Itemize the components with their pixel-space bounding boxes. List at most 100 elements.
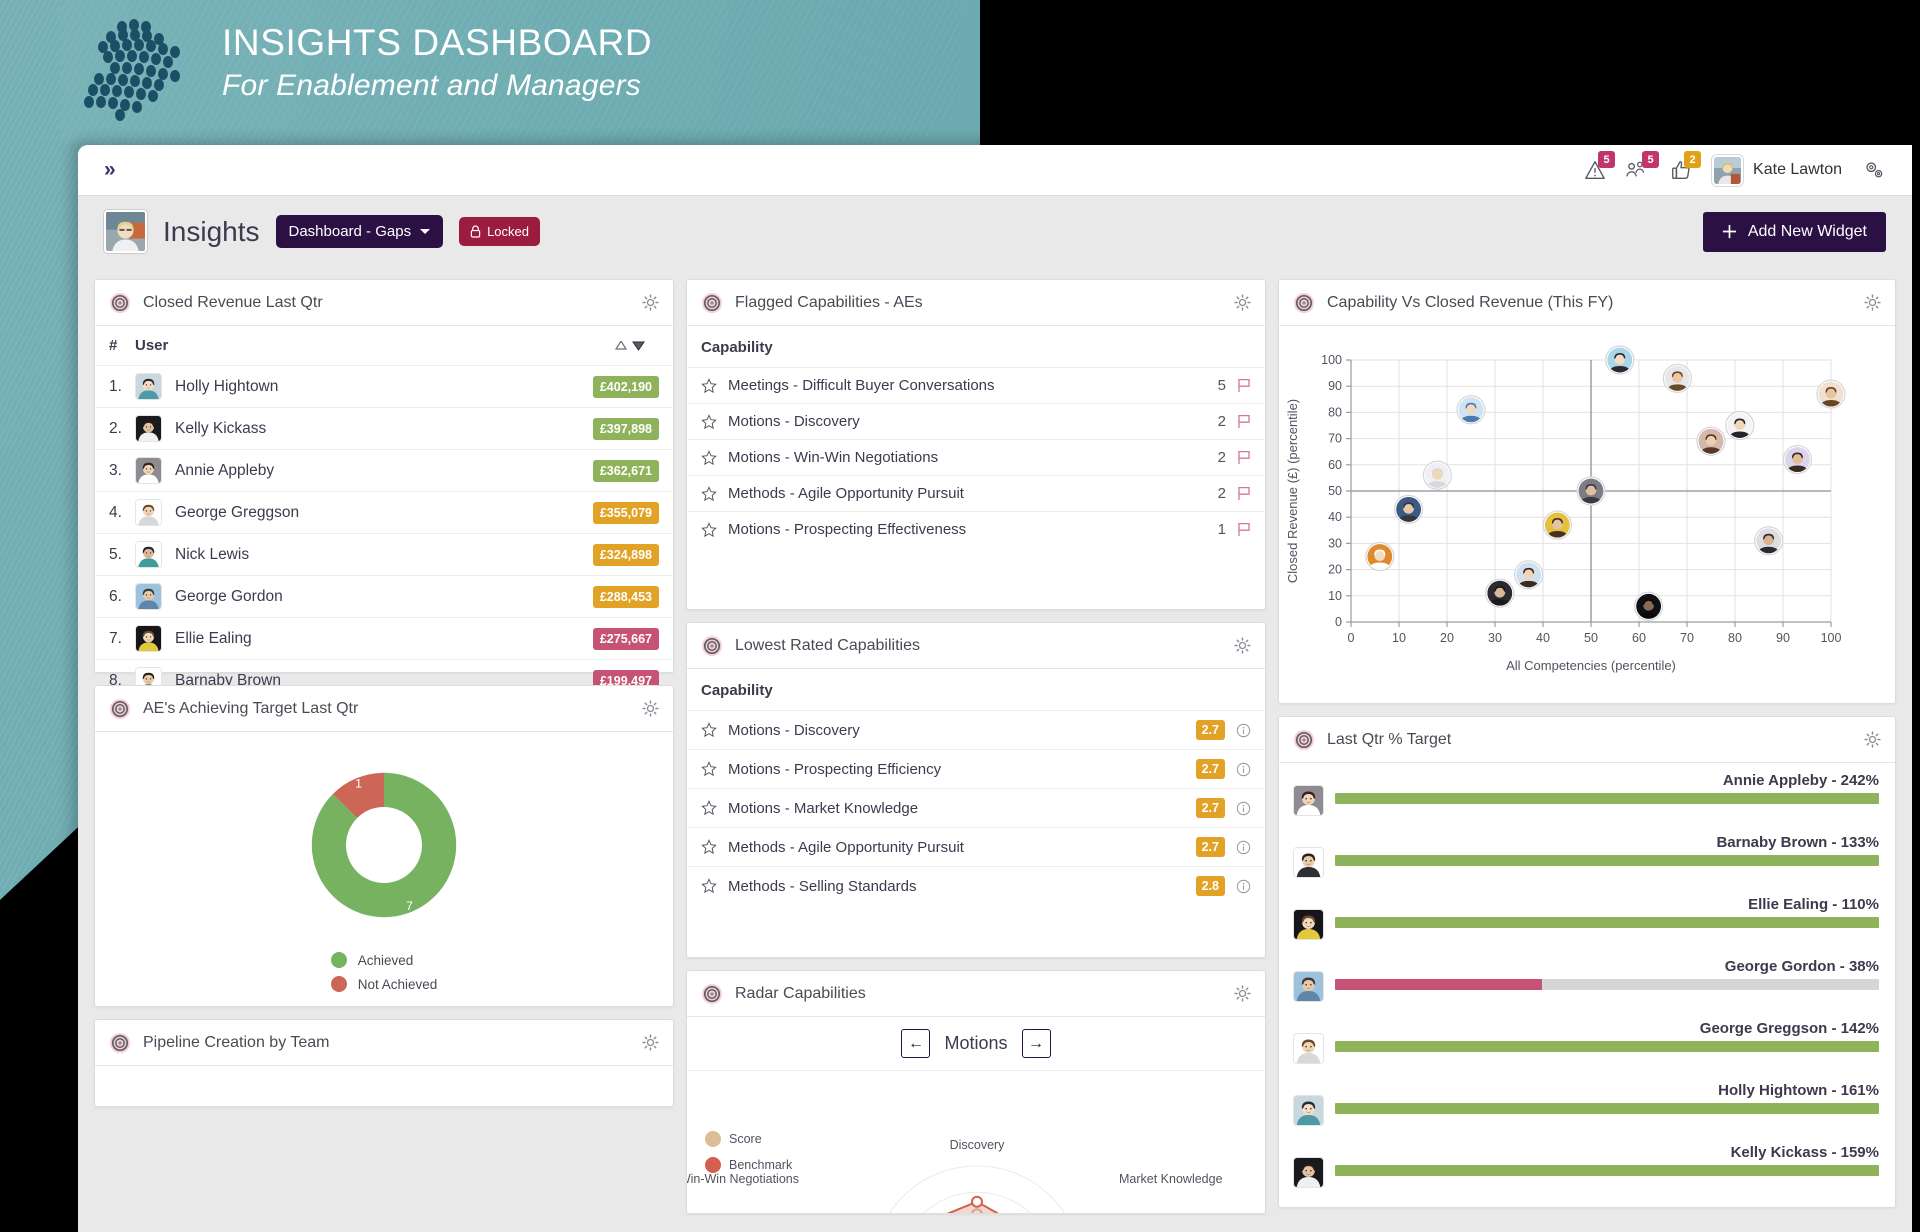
flag-icon[interactable] bbox=[1237, 414, 1251, 429]
score-badge: 2.7 bbox=[1195, 720, 1225, 740]
info-icon[interactable] bbox=[1236, 762, 1251, 777]
gear-icon[interactable] bbox=[642, 294, 659, 311]
flag-icon[interactable] bbox=[1237, 522, 1251, 537]
target-bar-row[interactable]: Barnaby Brown - 133% bbox=[1279, 825, 1895, 887]
settings-button[interactable] bbox=[1862, 159, 1886, 181]
row-amount-cell: £288,453 bbox=[577, 575, 673, 618]
scatter-point-avatar bbox=[1422, 460, 1452, 490]
target-bar-fill bbox=[1335, 855, 1879, 866]
svg-text:0: 0 bbox=[1335, 615, 1342, 629]
sort-asc-icon[interactable] bbox=[615, 340, 627, 350]
user-menu[interactable]: Kate Lawton bbox=[1712, 154, 1842, 186]
star-outline-icon[interactable] bbox=[701, 800, 717, 816]
flag-icon[interactable] bbox=[1237, 378, 1251, 393]
list-item[interactable]: Motions - Win-Win Negotiations 2 bbox=[687, 439, 1265, 475]
list-item[interactable]: Motions - Market Knowledge 2.7 bbox=[687, 788, 1265, 827]
locked-status-badge[interactable]: Locked bbox=[459, 217, 540, 246]
radar-next-button[interactable]: → bbox=[1021, 1029, 1051, 1058]
avatar bbox=[1712, 154, 1744, 186]
gear-icon[interactable] bbox=[1864, 294, 1881, 311]
flag-icon[interactable] bbox=[1237, 486, 1251, 501]
target-bar-row[interactable]: Holly Hightown - 161% bbox=[1279, 1073, 1895, 1135]
star-outline-icon[interactable] bbox=[701, 761, 717, 777]
alerts-button[interactable]: 5 bbox=[1584, 151, 1616, 181]
sidebar-expand-icon[interactable]: » bbox=[104, 158, 116, 182]
info-icon[interactable] bbox=[1236, 723, 1251, 738]
likes-button[interactable]: 2 bbox=[1670, 151, 1702, 181]
list-item[interactable]: Motions - Prospecting Effectiveness 1 bbox=[687, 511, 1265, 547]
target-bar-body: Holly Hightown - 161% bbox=[1335, 1082, 1879, 1114]
target-bar-row[interactable]: Ellie Ealing - 110% bbox=[1279, 887, 1895, 949]
star-outline-icon[interactable] bbox=[701, 377, 717, 394]
gear-icon[interactable] bbox=[1234, 985, 1251, 1002]
list-item[interactable]: Methods - Agile Opportunity Pursuit 2 bbox=[687, 475, 1265, 511]
row-rank: 2. bbox=[95, 407, 135, 450]
radar-prev-button[interactable]: ← bbox=[901, 1029, 931, 1058]
widget-last-qtr-target: Last Qtr % Target Annie Appleby - 242% Ba… bbox=[1278, 716, 1896, 1208]
target-bar-row[interactable]: George Gordon - 38% bbox=[1279, 949, 1895, 1011]
target-bar-row[interactable]: Annie Appleby - 242% bbox=[1279, 763, 1895, 825]
target-bar-label: George Gordon - 38% bbox=[1724, 958, 1879, 975]
list-item[interactable]: Methods - Selling Standards 2.8 bbox=[687, 866, 1265, 905]
row-avatar-cell bbox=[135, 407, 175, 450]
list-item[interactable]: Motions - Discovery 2.7 bbox=[687, 710, 1265, 749]
target-icon bbox=[1294, 292, 1314, 313]
target-bar-label: Nick Lewis - 130% bbox=[1335, 1206, 1879, 1207]
list-item[interactable]: Meetings - Difficult Buyer Conversations… bbox=[687, 367, 1265, 403]
col-rank[interactable]: # bbox=[95, 326, 135, 366]
target-bar-label: Annie Appleby - 242% bbox=[1722, 772, 1879, 789]
add-new-widget-button[interactable]: Add New Widget bbox=[1702, 211, 1886, 252]
flag-icon[interactable] bbox=[1237, 450, 1251, 465]
table-row[interactable]: 1. Holly Hightown £402,190 bbox=[95, 365, 673, 408]
row-user: Ellie Ealing bbox=[175, 617, 577, 660]
gear-icon[interactable] bbox=[1864, 731, 1881, 748]
star-outline-icon[interactable] bbox=[701, 485, 717, 502]
dashboard-select-label: Dashboard - Gaps bbox=[288, 223, 412, 240]
target-bar-row[interactable]: Kelly Kickass - 159% bbox=[1279, 1135, 1895, 1197]
table-row[interactable]: 4. George Greggson £355,079 bbox=[95, 491, 673, 534]
sort-desc-icon[interactable] bbox=[632, 341, 645, 351]
table-row[interactable]: 3. Annie Appleby £362,671 bbox=[95, 449, 673, 492]
svg-text:All Competencies (percentile): All Competencies (percentile) bbox=[1506, 658, 1676, 673]
target-bar-body: George Gordon - 38% bbox=[1335, 958, 1879, 990]
svg-text:7: 7 bbox=[406, 899, 413, 913]
people-button[interactable]: 5 bbox=[1626, 151, 1660, 181]
star-outline-icon[interactable] bbox=[701, 413, 717, 430]
star-outline-icon[interactable] bbox=[701, 449, 717, 466]
star-outline-icon[interactable] bbox=[701, 839, 717, 855]
target-bar-fill bbox=[1335, 1165, 1879, 1176]
list-item[interactable]: Motions - Discovery 2 bbox=[687, 403, 1265, 439]
dashboard-select[interactable]: Dashboard - Gaps bbox=[275, 215, 444, 248]
list-item[interactable]: Motions - Prospecting Efficiency 2.7 bbox=[687, 749, 1265, 788]
list-item[interactable]: Methods - Agile Opportunity Pursuit 2.7 bbox=[687, 827, 1265, 866]
row-avatar-cell bbox=[135, 533, 175, 576]
star-outline-icon[interactable] bbox=[701, 878, 717, 894]
svg-text:20: 20 bbox=[1328, 563, 1342, 577]
star-outline-icon[interactable] bbox=[701, 521, 717, 538]
widget-title: Radar Capabilities bbox=[735, 984, 866, 1002]
gear-icon[interactable] bbox=[642, 1034, 659, 1051]
target-bar-track bbox=[1335, 979, 1879, 990]
info-icon[interactable] bbox=[1236, 840, 1251, 855]
table-row[interactable]: 7. Ellie Ealing £275,667 bbox=[95, 617, 673, 660]
star-outline-icon[interactable] bbox=[701, 722, 717, 738]
amount-badge: £275,667 bbox=[592, 627, 659, 650]
target-bar-row[interactable]: George Greggson - 142% bbox=[1279, 1011, 1895, 1073]
capability-name: Motions - Win-Win Negotiations bbox=[728, 449, 939, 466]
table-row[interactable]: 6. George Gordon £288,453 bbox=[95, 575, 673, 618]
svg-text:0: 0 bbox=[1348, 631, 1355, 645]
gear-icon[interactable] bbox=[1234, 294, 1251, 311]
target-bar-row[interactable]: Nick Lewis - 130% bbox=[1279, 1197, 1895, 1207]
target-bar-body: Barnaby Brown - 133% bbox=[1335, 834, 1879, 866]
table-row[interactable]: 5. Nick Lewis £324,898 bbox=[95, 533, 673, 576]
table-row[interactable]: 2. Kelly Kickass £397,898 bbox=[95, 407, 673, 450]
flag-count: 2 bbox=[1217, 449, 1226, 466]
gear-icon[interactable] bbox=[1234, 637, 1251, 654]
info-icon[interactable] bbox=[1236, 879, 1251, 894]
widget-header: Radar Capabilities bbox=[687, 971, 1265, 1017]
col-user[interactable]: User bbox=[135, 326, 577, 366]
info-icon[interactable] bbox=[1236, 801, 1251, 816]
gear-icon[interactable] bbox=[642, 700, 659, 717]
add-new-widget-label: Add New Widget bbox=[1747, 222, 1867, 240]
scatter-chart-area: 0 10 20 30 40 50 60 70 80 90 100 0 10 20 30 40 50 60 70 80 9… bbox=[1279, 326, 1895, 703]
